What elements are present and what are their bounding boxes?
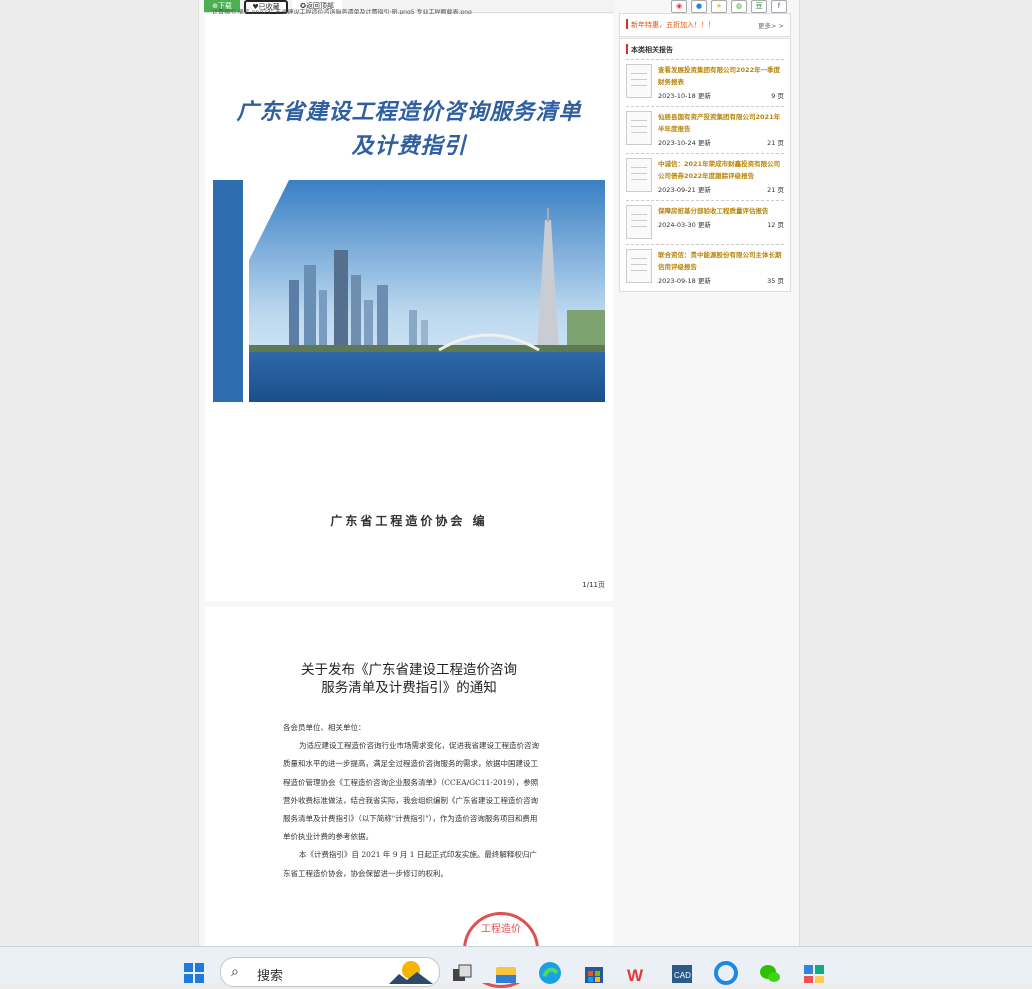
browser-icon[interactable] xyxy=(714,961,738,985)
related-report-item[interactable]: 联合资信：贵中能源股份有限公司主体长期信用评级报告 2023-09-18 更新 … xyxy=(626,244,784,289)
report-title[interactable]: 查看发展投资集团有限公司2022年一季度财务报表 xyxy=(658,64,784,88)
report-title[interactable]: 联合资信：贵中能源股份有限公司主体长期信用评级报告 xyxy=(658,249,784,273)
more-link[interactable]: 更多> > xyxy=(758,20,784,30)
edge-icon[interactable] xyxy=(538,961,562,985)
search-label: 搜索 xyxy=(257,969,284,984)
related-report-item[interactable]: 保障房桩基分部验收工程质量评估报告 2024-03-30 更新 12 页 xyxy=(626,200,784,245)
store-icon[interactable] xyxy=(582,961,606,985)
douban-icon[interactable]: 豆 xyxy=(751,0,767,13)
related-report-item[interactable]: 仙居县国有资产投资集团有限公司2021年半年度报告 2023-10-24 更新 … xyxy=(626,106,784,151)
notice-salutation: 各会员单位、相关单位： xyxy=(283,723,366,732)
svg-text:W: W xyxy=(627,966,644,985)
notice-title-line2: 服务清单及计费指引》的通知 xyxy=(321,680,497,696)
cover-title-line1: 广东省建设工程造价咨询服务清单 xyxy=(236,100,582,125)
report-date: 2023-10-18 更新 xyxy=(658,92,711,100)
report-thumbnail xyxy=(626,158,652,192)
document-page-2: 关于发布《广东省建设工程造价咨询 服务清单及计费指引》的通知 各会员单位、相关单… xyxy=(205,607,605,988)
wechat-app-icon[interactable] xyxy=(758,961,782,985)
facebook-icon[interactable]: f xyxy=(771,0,787,13)
cover-title: 广东省建设工程造价咨询服务清单 及计费指引 xyxy=(213,96,605,164)
cad-icon[interactable]: CAD xyxy=(670,961,694,985)
file-explorer-icon[interactable] xyxy=(494,961,518,985)
page-indicator: 1/11页 xyxy=(582,581,605,589)
wechat-icon[interactable]: ◍ xyxy=(731,0,747,13)
report-pages: 35 页 xyxy=(767,277,784,285)
report-thumbnail xyxy=(626,64,652,98)
qzone-icon[interactable]: ★ xyxy=(711,0,727,13)
share-bar: ◉ ● ★ ◍ 豆 f xyxy=(619,0,791,13)
weibo-icon[interactable]: ◉ xyxy=(671,0,687,13)
publisher-text: 广东省工程造价协会 编 xyxy=(330,514,488,528)
widgets-icon[interactable] xyxy=(802,961,826,985)
taskbar-search-box[interactable]: ⌕ 搜索 xyxy=(220,957,440,987)
promo-accent-bar xyxy=(626,19,628,29)
cover-blue-band xyxy=(213,180,243,402)
svg-text:CAD: CAD xyxy=(674,971,691,980)
search-icon: ⌕ xyxy=(231,964,239,980)
qq-icon[interactable]: ● xyxy=(691,0,707,13)
wps-icon[interactable]: W xyxy=(626,961,650,985)
report-title[interactable]: 仙居县国有资产投资集团有限公司2021年半年度报告 xyxy=(658,111,784,135)
report-title[interactable]: 中诚信：2021年荣成市财鑫投资有限公司公司债券2022年度跟踪评级报告 xyxy=(658,158,784,182)
notice-body: 各会员单位、相关单位： 为适应建设工程造价咨询行业市场需求变化，促进我省建设工程… xyxy=(283,719,539,883)
city-skyline-image xyxy=(249,180,605,402)
report-date: 2023-10-24 更新 xyxy=(658,139,711,147)
start-icon[interactable] xyxy=(182,961,206,985)
report-thumbnail xyxy=(626,205,652,239)
document-viewer[interactable]: 广东省建设工程造价咨询服务清单 及计费指引 广东省工程造价协会 编 1/11页 … xyxy=(205,14,613,988)
document-page-1: 广东省建设工程造价咨询服务清单 及计费指引 广东省工程造价协会 编 xyxy=(213,30,605,590)
report-date: 2024-03-30 更新 xyxy=(658,221,711,229)
related-report-item[interactable]: 中诚信：2021年荣成市财鑫投资有限公司公司债券2022年度跟踪评级报告 202… xyxy=(626,153,784,198)
notice-paragraph-2: 本《计费指引》自 2021 年 9 月 1 日起正式印发实施。最终解释权归广东省… xyxy=(283,850,537,878)
notice-title-line1: 关于发布《广东省建设工程造价咨询 xyxy=(301,662,517,678)
right-sidebar: ◉ ● ★ ◍ 豆 f 新年特惠，五折加入！！！ 更多> > 本类相关报告 查看… xyxy=(619,0,791,946)
report-pages: 9 页 xyxy=(771,92,784,100)
report-thumbnail xyxy=(626,111,652,145)
cover-title-line2: 及计费指引 xyxy=(351,134,467,159)
report-date: 2023-09-18 更新 xyxy=(658,277,711,285)
windows-taskbar: ⌕ 搜索 W CAD xyxy=(0,946,1032,987)
report-pages: 21 页 xyxy=(767,139,784,147)
related-header: 本类相关报告 xyxy=(631,46,673,54)
task-view-icon[interactable] xyxy=(450,961,474,985)
related-report-item[interactable]: 查看发展投资集团有限公司2022年一季度财务报表 2023-10-18 更新 9… xyxy=(626,59,784,104)
report-pages: 21 页 xyxy=(767,186,784,194)
weather-icon xyxy=(389,961,433,984)
report-pages: 12 页 xyxy=(767,221,784,229)
notice-paragraph-1: 为适应建设工程造价咨询行业市场需求变化，促进我省建设工程造价咨询质量和水平的进一… xyxy=(283,741,539,842)
related-reports-panel: 本类相关报告 查看发展投资集团有限公司2022年一季度财务报表 2023-10-… xyxy=(619,38,791,292)
cover-city-photo xyxy=(249,180,605,402)
related-accent-bar xyxy=(626,44,628,54)
promo-box: 新年特惠，五折加入！！！ 更多> > xyxy=(619,13,791,37)
report-thumbnail xyxy=(626,249,652,283)
notice-title: 关于发布《广东省建设工程造价咨询 服务清单及计费指引》的通知 xyxy=(205,661,613,697)
report-date: 2023-09-21 更新 xyxy=(658,186,711,194)
promo-link[interactable]: 新年特惠，五折加入！！！ xyxy=(631,20,715,30)
report-title[interactable]: 保障房桩基分部验收工程质量评估报告 xyxy=(658,205,784,217)
